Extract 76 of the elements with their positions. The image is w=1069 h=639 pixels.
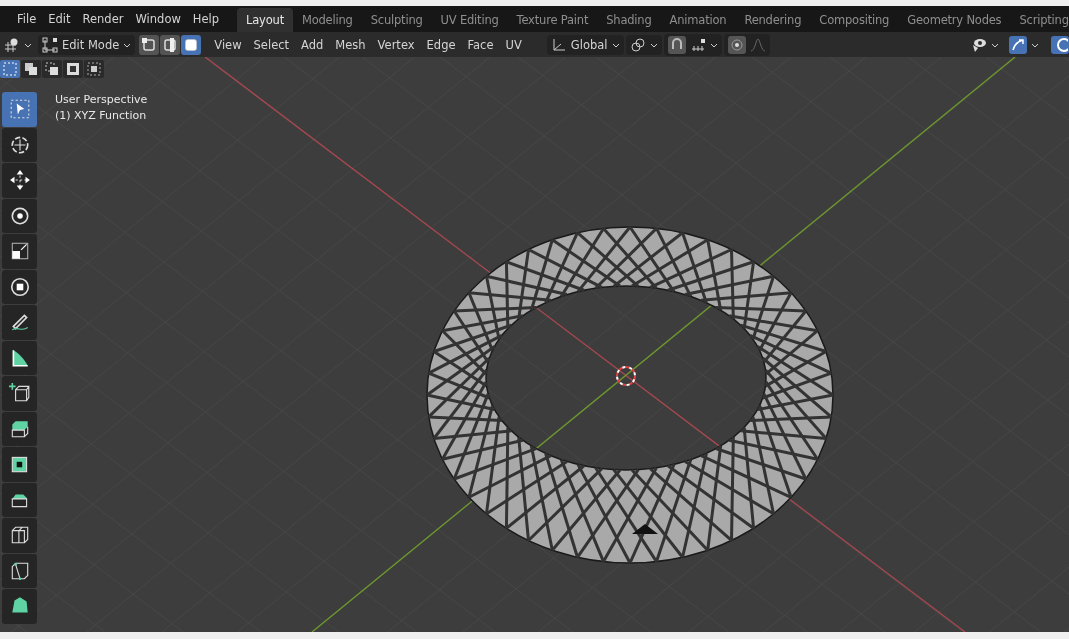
invert-selection-mode-button[interactable] — [63, 60, 83, 78]
add-cube-tool-button[interactable] — [2, 376, 37, 411]
knife-tool-button[interactable] — [2, 553, 37, 588]
workspace-tab[interactable]: Texture Paint — [507, 8, 598, 32]
poly-build-tool-button[interactable] — [2, 589, 37, 624]
extrude-tool-button[interactable] — [2, 411, 37, 446]
linked-circles-icon — [629, 36, 646, 53]
workspace-tab[interactable]: Modeling — [292, 8, 362, 32]
cursor-tool-button[interactable] — [2, 127, 37, 162]
extend-selection-mode-button[interactable] — [21, 60, 41, 78]
vertex-select-mode-button[interactable] — [139, 34, 160, 55]
subtract-selection-mode-button[interactable] — [42, 60, 62, 78]
menu-item[interactable]: Help — [186, 12, 226, 26]
measure-tool-button[interactable] — [2, 340, 37, 375]
new-squares-icon — [2, 61, 18, 77]
workspace-tab[interactable]: Geometry Nodes — [898, 8, 1011, 32]
header-menu-item[interactable]: View — [209, 37, 247, 52]
3d-cursor-icon — [616, 366, 636, 386]
axes-icon — [550, 36, 567, 53]
object-name: (1) XYZ Function — [55, 109, 148, 122]
subtract-squares-icon — [44, 61, 60, 77]
header-menu-item[interactable]: Mesh — [330, 37, 371, 52]
overlay-toggle-icon[interactable] — [1051, 35, 1069, 54]
workspace-tab[interactable]: Scripting — [1010, 8, 1069, 32]
menu-item[interactable]: Window — [129, 12, 187, 26]
header-menu-item[interactable]: Select — [248, 37, 295, 52]
workspace-tab[interactable]: Compositing — [810, 8, 899, 32]
grid-sphere-icon — [4, 36, 20, 53]
workspace-tab[interactable]: Shading — [597, 8, 661, 32]
transform-tool-icon — [8, 275, 31, 298]
bevel-tool-button[interactable] — [2, 482, 37, 517]
header-menu-item[interactable]: Add — [296, 37, 329, 52]
extend-squares-icon — [23, 61, 39, 77]
edge-select-mode-button[interactable] — [160, 34, 181, 55]
inset-tool-button[interactable] — [2, 447, 37, 482]
vertices-icon — [42, 36, 58, 53]
3d-viewport[interactable]: User Perspective (1) XYZ Function — [0, 57, 1069, 632]
select-tool-icon — [8, 98, 31, 121]
menu-item[interactable]: Edit — [42, 12, 77, 26]
header-menu-item[interactable]: Vertex — [372, 37, 420, 52]
annotate-tool-button[interactable] — [2, 305, 37, 340]
move-tool-button[interactable] — [2, 163, 37, 198]
face-square-icon — [183, 36, 200, 53]
face-select-mode-button[interactable] — [181, 34, 202, 55]
torus-mesh-drawing[interactable] — [426, 226, 834, 564]
header-menu-item[interactable]: Edge — [421, 37, 461, 52]
workspace-tab[interactable]: UV Editing — [431, 8, 508, 32]
menu-item[interactable]: File — [11, 12, 43, 26]
snap-increment-icon — [689, 36, 706, 53]
edge-square-icon — [162, 36, 179, 53]
loop-cut-tool-button[interactable] — [2, 518, 37, 553]
intersect-squares-icon — [86, 61, 102, 77]
magnet-icon — [667, 35, 686, 54]
header-menu-item[interactable]: Face — [462, 37, 499, 52]
workspace-tab[interactable]: Sculpting — [361, 8, 432, 32]
workspace-tab[interactable]: Layout — [237, 8, 293, 32]
workspace-tab[interactable]: Rendering — [735, 8, 811, 32]
mode-dropdown[interactable]: Edit Mode — [38, 34, 136, 55]
view-name: User Perspective — [55, 93, 148, 106]
vertex-square-icon — [141, 36, 158, 53]
orientation-dropdown[interactable]: Global — [546, 34, 624, 55]
proportional-editing-controls[interactable] — [723, 33, 770, 56]
intersect-selection-mode-button[interactable] — [84, 60, 104, 78]
pivot-dropdown[interactable] — [625, 34, 662, 55]
move-tool-icon — [8, 169, 31, 192]
workspace-tab[interactable]: Animation — [660, 8, 736, 32]
invert-squares-icon — [65, 61, 81, 77]
rotate-tool-button[interactable] — [2, 198, 37, 233]
snap-controls[interactable] — [663, 33, 722, 56]
eye-pointer-icon — [971, 36, 987, 53]
scale-tool-button[interactable] — [2, 234, 37, 269]
falloff-curve-icon — [749, 36, 766, 53]
transform-tool-button[interactable] — [2, 269, 37, 304]
menu-item[interactable]: Render — [76, 12, 130, 26]
curved-arrow-icon — [1009, 35, 1027, 54]
header-menu-item[interactable]: UV — [500, 37, 527, 52]
